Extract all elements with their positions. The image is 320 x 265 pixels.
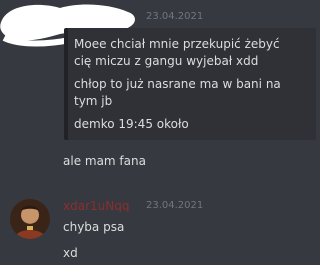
message-block: Moee chciał mnie przekupić żebyć cię mic… [64, 28, 316, 140]
message-text: xd [63, 246, 78, 260]
message-text: chyba psa [63, 220, 125, 234]
message-line: demko 19:45 około [74, 117, 189, 131]
message-line: tym jb [74, 94, 113, 108]
message-text: ale mam fana [63, 154, 146, 168]
message-line: Moee chciał mnie przekupić żebyć [74, 37, 280, 51]
message-line: cię miczu z gangu wyjebał xdd [74, 54, 259, 68]
username[interactable]: xdar1uNqq [63, 199, 129, 213]
message-line: chłop to już nasrane ma w bani na [74, 77, 281, 91]
message-timestamp: 23.04.2021 [146, 11, 204, 22]
message-timestamp: 23.04.2021 [146, 200, 204, 211]
avatar-image [10, 199, 50, 239]
avatar[interactable] [10, 199, 50, 239]
